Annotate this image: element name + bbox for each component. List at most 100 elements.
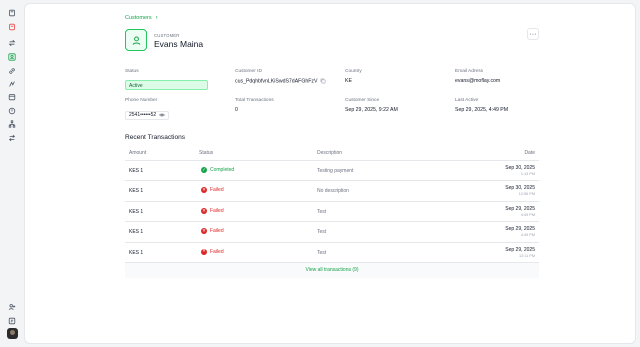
row-date-day: Sep 30, 2025 (505, 185, 535, 192)
view-all-transactions-link[interactable]: View all transactions (9) (125, 262, 539, 278)
link-icon[interactable] (7, 66, 16, 75)
country-value: KE (345, 78, 352, 84)
email-label: Email Adress (455, 69, 483, 74)
transactions-table: Amount Status Description Date KES 1 ✓ Co… (125, 146, 539, 278)
phone-label: Phone Number (125, 98, 158, 103)
row-amount: KES 1 (129, 168, 144, 174)
total-transactions-label: Total Transactions (235, 98, 274, 103)
table-row[interactable]: KES 1 ✓ Completed Testing payment Sep 30,… (125, 161, 539, 182)
row-status-label: Completed (210, 167, 235, 173)
customer-id-value: cus_PdqhbfvnLKiSwdS7dAFGhFzV (235, 78, 318, 85)
page-title: Evans Maina (154, 39, 204, 49)
calendar-icon[interactable] (7, 92, 16, 101)
receipt-icon[interactable] (7, 22, 16, 31)
row-status: ✕ Failed (201, 187, 224, 194)
row-status: ✕ Failed (201, 227, 224, 235)
table-row[interactable]: KES 1 ✕ Failed Test Sep 29, 2025 4:49 PM (125, 202, 539, 223)
row-date-time: 4:49 PM (520, 233, 535, 238)
country-label: Country (345, 69, 362, 74)
row-description: Test (317, 229, 327, 236)
row-amount: KES 1 (129, 249, 144, 256)
row-description: Test (317, 249, 327, 256)
x-circle-icon: ✕ (201, 227, 207, 235)
row-status: ✕ Failed (201, 248, 224, 255)
more-actions-button[interactable]: ··· (527, 28, 539, 40)
phone-chip: 2541••••••52 (125, 110, 170, 120)
row-status-label: Failed (210, 228, 224, 235)
customer-icon (125, 29, 147, 51)
customer-since-field: Customer Since Sep 29, 2025, 9:22 AM (345, 98, 398, 113)
user-plus-icon[interactable] (7, 302, 16, 311)
table-row[interactable]: KES 1 ✕ Failed Test Sep 29, 2025 4:49 PM (125, 222, 539, 243)
x-circle-icon: ✕ (201, 187, 207, 194)
row-date-time: 12:56 PM (518, 192, 535, 197)
email-value: evans@moflay.com (455, 78, 501, 84)
x-circle-icon: ✕ (201, 207, 207, 214)
column-header-date: Date (524, 150, 535, 156)
row-status-label: Failed (210, 248, 224, 255)
table-row[interactable]: KES 1 ✕ Failed No description Sep 30, 202… (125, 181, 539, 202)
row-status-label: Failed (210, 207, 224, 214)
box-icon[interactable] (7, 106, 16, 115)
customer-id-field: Customer ID cus_PdqhbfvnLKiSwdS7dAFGhFzV (235, 69, 326, 84)
breadcrumb-customers-link[interactable]: Customers (125, 15, 152, 21)
phone-value: 2541••••••52 (129, 112, 157, 118)
swap-icon[interactable] (7, 133, 16, 142)
row-date-time: 1:13 PM (520, 172, 535, 176)
row-description: Test (317, 208, 327, 215)
status-badge: Active (125, 80, 208, 90)
status-field: Status Active (125, 69, 208, 92)
sidebar-rail (0, 0, 22, 347)
country-field: Country KE (345, 69, 362, 84)
customer-since-label: Customer Since (345, 98, 380, 103)
row-description: No description (317, 188, 349, 195)
row-date-time: 4:49 PM (520, 212, 535, 217)
book-icon[interactable] (7, 8, 16, 17)
total-transactions-value: 0 (235, 107, 238, 113)
row-date: Sep 30, 2025 12:56 PM (505, 185, 535, 196)
row-date-day: Sep 29, 2025 (505, 226, 535, 233)
total-transactions-field: Total Transactions 0 (235, 98, 274, 113)
phone-field: Phone Number 2541••••••52 (125, 98, 170, 121)
main-panel: Customers › CUSTOMER Evans Maina ··· Sta… (24, 3, 636, 344)
section-title: Recent Transactions (125, 134, 186, 141)
chevron-right-icon: › (155, 15, 158, 21)
row-date-day: Sep 30, 2025 (505, 165, 535, 171)
row-date: Sep 29, 2025 4:49 PM (505, 226, 535, 237)
row-status: ✕ Failed (201, 207, 224, 214)
column-header-description: Description (317, 150, 343, 156)
column-header-status: Status (199, 150, 214, 156)
table-header: Amount Status Description Date (125, 146, 539, 161)
row-amount: KES 1 (129, 229, 144, 236)
row-date: Sep 30, 2025 1:13 PM (505, 165, 535, 176)
row-date-day: Sep 29, 2025 (505, 246, 535, 253)
row-date-day: Sep 29, 2025 (505, 205, 535, 212)
help-book-icon[interactable] (7, 316, 16, 325)
customer-id-label: Customer ID (235, 69, 262, 74)
check-circle-icon: ✓ (201, 166, 207, 173)
row-amount: KES 1 (129, 188, 144, 195)
last-active-field: Last Active Sep 29, 2025, 4:49 PM (455, 98, 508, 113)
avatar[interactable] (7, 328, 18, 339)
breadcrumb: Customers › (125, 15, 158, 21)
customer-kicker: CUSTOMER (154, 33, 180, 38)
column-header-amount: Amount (129, 150, 147, 156)
table-row[interactable]: KES 1 ✕ Failed Test Sep 29, 2025 12:11 PM (125, 243, 539, 263)
user-icon[interactable] (7, 52, 16, 61)
last-active-label: Last Active (455, 98, 479, 103)
copy-icon[interactable] (320, 78, 326, 84)
email-field: Email Adress evans@moflay.com (455, 69, 500, 84)
eye-icon[interactable] (159, 112, 165, 118)
row-description: Testing payment (317, 168, 354, 174)
chart-icon[interactable] (7, 79, 16, 88)
customer-id-row: cus_PdqhbfvnLKiSwdS7dAFGhFzV (235, 78, 326, 84)
transfer-icon[interactable] (7, 38, 16, 47)
row-date-time: 12:11 PM (519, 253, 535, 258)
network-icon[interactable] (7, 119, 16, 128)
row-amount: KES 1 (129, 208, 144, 215)
status-label: Status (125, 69, 139, 74)
x-circle-icon: ✕ (201, 248, 207, 255)
row-status-label: Failed (210, 187, 224, 194)
customer-since-value: Sep 29, 2025, 9:22 AM (345, 107, 398, 113)
row-date: Sep 29, 2025 12:11 PM (505, 247, 535, 258)
